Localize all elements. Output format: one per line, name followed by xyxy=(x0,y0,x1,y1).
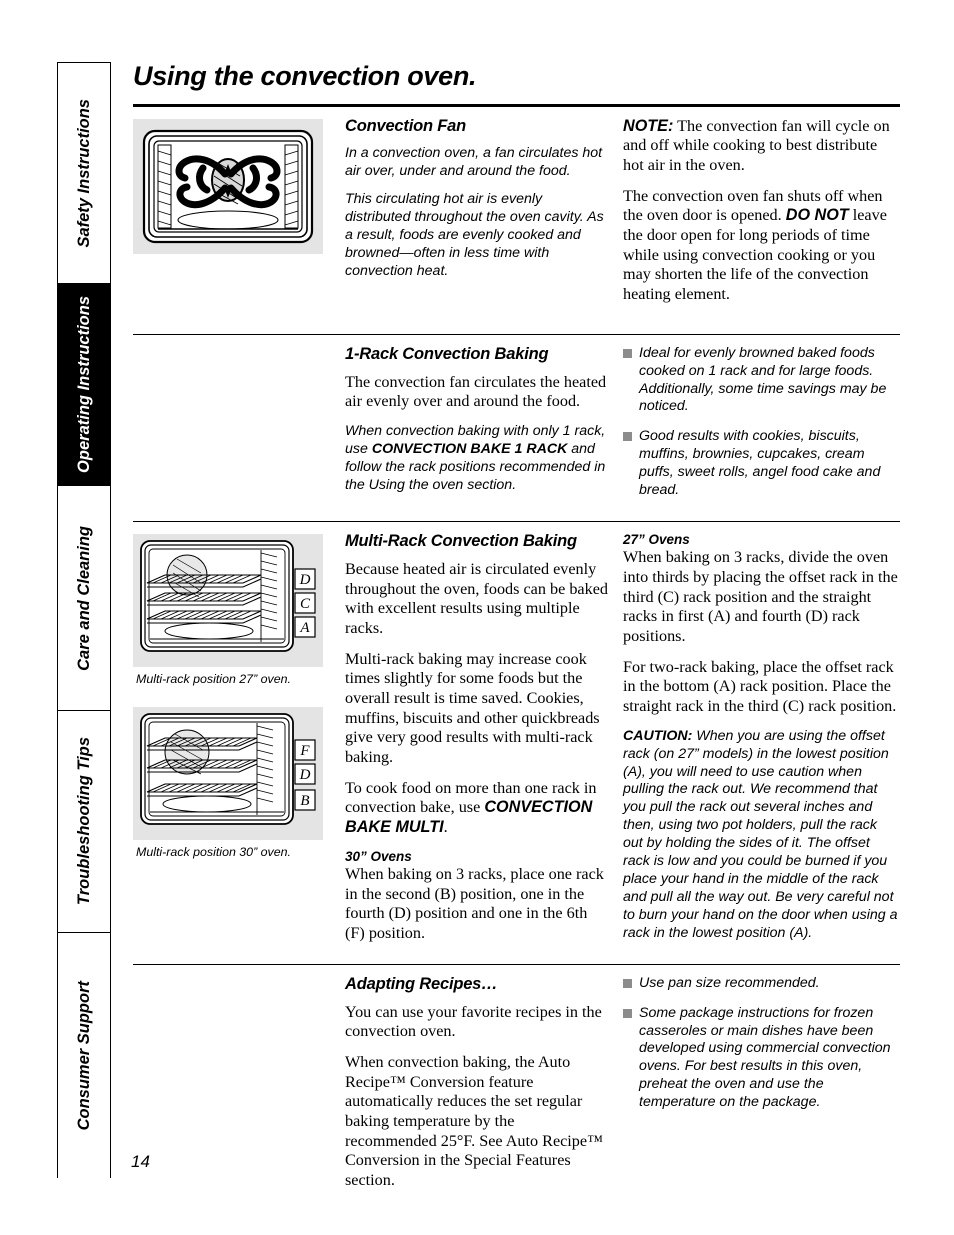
sidebar-item-troubleshooting-tips[interactable]: Troubleshooting Tips xyxy=(58,711,110,933)
adapting-body-2: When convection baking, the Auto Recipe™… xyxy=(345,1053,603,1190)
svg-text:D: D xyxy=(299,572,311,588)
convection-fan-body-2: This circulating hot air is evenly distr… xyxy=(345,191,604,279)
sidebar-item-operating-instructions[interactable]: Operating Instructions xyxy=(58,284,110,486)
multi-rack-figure-column: D C A Multi-rack position 27” oven. F D … xyxy=(133,522,345,955)
one-rack-body-1: The convection fan circulates the heated… xyxy=(345,372,607,411)
adapting-heading: Adapting Recipes… xyxy=(345,974,498,993)
svg-text:A: A xyxy=(299,620,310,636)
section-convection-fan: Convection Fan In a convection oven, a f… xyxy=(133,107,900,316)
multi-rack-caution: CAUTION: When you are using the offset r… xyxy=(623,728,900,943)
svg-text:B: B xyxy=(300,793,309,809)
adapting-text-column: Adapting Recipes… You can use your favor… xyxy=(345,965,623,1202)
page-number: 14 xyxy=(131,1152,150,1171)
convection-bake-1-rack-emphasis: CONVECTION BAKE 1 RACK xyxy=(371,440,568,457)
convection-fan-door-paragraph: The convection oven fan shuts off when t… xyxy=(623,187,900,305)
one-rack-body-2: When convection baking with only 1 rack,… xyxy=(345,423,609,495)
ovens-27-heading: 27” Ovens xyxy=(623,531,690,547)
multi-rack-27-inch-illustration: D C A xyxy=(133,533,323,667)
oven-fan-icon xyxy=(142,129,314,243)
convection-fan-figure-column xyxy=(133,107,345,316)
bullet-square-icon xyxy=(623,432,632,442)
list-item-text: Good results with cookies, biscuits, muf… xyxy=(639,428,881,498)
svg-text:F: F xyxy=(299,743,310,759)
convection-fan-text-column: Convection Fan In a convection oven, a f… xyxy=(345,107,623,316)
rack-label-D: D xyxy=(294,568,316,590)
section-multi-rack-convection-baking: D C A Multi-rack position 27” oven. F D … xyxy=(133,522,900,955)
ovens-27-body-1: When baking on 3 racks, divide the oven … xyxy=(623,548,898,646)
list-item: Use pan size recommended. xyxy=(623,975,900,993)
sidebar-item-label: Operating Instructions xyxy=(74,296,93,473)
one-rack-heading: 1-Rack Convection Baking xyxy=(345,344,549,363)
ovens-27-body-2: For two-rack baking, place the offset ra… xyxy=(623,657,897,716)
oven-racks-30-icon: F D B xyxy=(140,712,316,825)
list-item-text: Ideal for evenly browned baked foods coo… xyxy=(639,344,887,415)
multi-rack-30-inch-illustration: F D B xyxy=(133,706,323,840)
adapting-spacer-column xyxy=(133,965,345,1202)
do-not-emphasis: DO NOT xyxy=(785,206,849,225)
sidebar-item-consumer-support[interactable]: Consumer Support xyxy=(58,933,110,1179)
multi-rack-text-column: Multi-Rack Convection Baking Because hea… xyxy=(345,522,623,955)
note-label: NOTE: xyxy=(623,116,674,135)
sidebar-item-label: Consumer Support xyxy=(74,981,93,1131)
one-rack-text-column: 1-Rack Convection Baking The convection … xyxy=(345,335,623,512)
section-adapting-recipes: Adapting Recipes… You can use your favor… xyxy=(133,965,900,1202)
multi-rack-body-2: Multi-rack baking may increase cook time… xyxy=(345,649,600,766)
page-content: Using the convection oven. Convection Fa… xyxy=(133,61,900,1202)
one-rack-spacer-column xyxy=(133,335,345,512)
sidebar-tabs: Safety Instructions Operating Instructio… xyxy=(57,62,111,1179)
multi-rack-body-3-part-2: . xyxy=(443,817,448,836)
multi-rack-heading: Multi-Rack Convection Baking xyxy=(345,531,577,550)
rack-label-B: B xyxy=(294,789,316,811)
bullet-square-icon xyxy=(623,348,632,358)
convection-fan-body-1: In a convection oven, a fan circulates h… xyxy=(345,144,603,179)
ovens-30-heading: 30” Ovens xyxy=(345,848,412,864)
convection-fan-note-column: NOTE: The convection fan will cycle on a… xyxy=(623,107,900,316)
bullet-square-icon xyxy=(623,978,632,988)
list-item-text: Use pan size recommended. xyxy=(639,974,820,991)
svg-text:D: D xyxy=(299,767,311,783)
adapting-bullet-list: Use pan size recommended. Some package i… xyxy=(623,975,900,1112)
convection-fan-oven-illustration xyxy=(133,118,323,254)
caution-label: CAUTION: xyxy=(623,727,693,744)
sidebar-item-label: Safety Instructions xyxy=(74,98,93,248)
svg-text:C: C xyxy=(300,596,311,612)
list-item: Some package instructions for frozen cas… xyxy=(623,1005,900,1112)
list-item: Ideal for evenly browned baked foods coo… xyxy=(623,345,900,417)
multi-rack-body-3: To cook food on more than one rack in co… xyxy=(345,779,609,838)
adapting-body-1: You can use your favorite recipes in the… xyxy=(345,1002,602,1041)
bullet-square-icon xyxy=(623,1008,632,1018)
caution-text: When you are using the offset rack (on 2… xyxy=(623,727,898,941)
sidebar-item-label: Care and Cleaning xyxy=(74,525,93,671)
sidebar-item-label: Troubleshooting Tips xyxy=(74,737,93,906)
ovens-30-body: When baking on 3 racks, place one rack i… xyxy=(345,865,604,943)
multi-rack-body-1: Because heated air is circulated evenly … xyxy=(345,559,608,637)
adapting-bullets-column: Use pan size recommended. Some package i… xyxy=(623,965,900,1202)
convection-fan-note: NOTE: The convection fan will cycle on a… xyxy=(623,117,900,176)
rack-label-C: C xyxy=(294,592,316,614)
page-title: Using the convection oven. xyxy=(133,61,477,91)
multi-rack-right-column: 27” Ovens When baking on 3 racks, divide… xyxy=(623,522,900,955)
sidebar-item-care-and-cleaning[interactable]: Care and Cleaning xyxy=(58,486,110,711)
convection-fan-heading: Convection Fan xyxy=(345,116,466,135)
rack-label-A: A xyxy=(294,616,316,638)
list-item-text: Some package instructions for frozen cas… xyxy=(639,1004,891,1111)
rack-label-F: F xyxy=(294,739,316,761)
multi-rack-30-caption: Multi-rack position 30” oven. xyxy=(136,844,291,859)
multi-rack-27-caption: Multi-rack position 27” oven. xyxy=(136,671,291,686)
one-rack-bullets-column: Ideal for evenly browned baked foods coo… xyxy=(623,335,900,512)
oven-racks-27-icon: D C A xyxy=(140,539,316,652)
list-item: Good results with cookies, biscuits, muf… xyxy=(623,428,900,500)
one-rack-bullet-list: Ideal for evenly browned baked foods coo… xyxy=(623,345,900,500)
section-one-rack-convection-baking: 1-Rack Convection Baking The convection … xyxy=(133,335,900,512)
rack-label-D: D xyxy=(294,763,316,785)
sidebar-item-safety-instructions[interactable]: Safety Instructions xyxy=(58,63,110,284)
